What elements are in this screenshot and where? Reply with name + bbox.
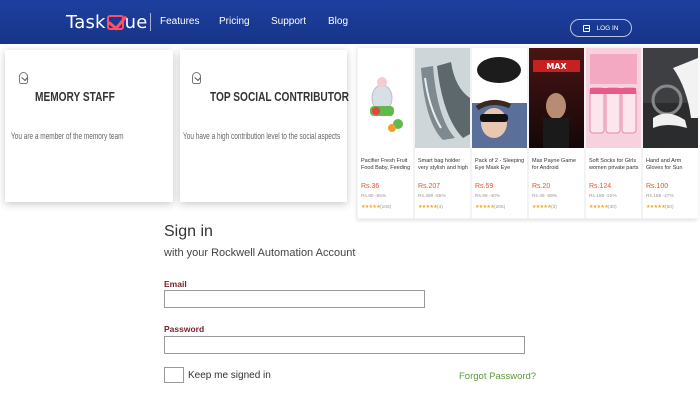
keep-signed-in-checkbox[interactable] (164, 367, 184, 383)
badge-card-memory-staff: MEMORY STAFF You are a member of the mem… (5, 50, 173, 202)
badge-ribbon-icon (19, 72, 28, 84)
rating-count: (30) (608, 205, 617, 210)
nav-blog-link[interactable]: Blog (328, 16, 348, 27)
product-image-socks (586, 48, 641, 148)
product-title: Smart bag holder very stylish and high q… (418, 158, 468, 171)
badge-description: You are a member of the memory team (11, 131, 124, 141)
product-price: Rs.36 (361, 183, 380, 190)
product-image-gloves (643, 48, 698, 148)
product-price: Rs.100 (646, 183, 669, 190)
product-image-bag-holder (415, 48, 470, 148)
product-image-max-payne: MAX (529, 48, 584, 148)
badge-title: TOP SOCIAL CONTRIBUTOR (210, 89, 349, 104)
rating-stars-icon: ★★★★★ (475, 205, 495, 210)
rating-stars-icon: ★★★★★ (361, 205, 381, 210)
signin-subtitle: with your Rockwell Automation Account (164, 247, 356, 259)
nav-pricing-link[interactable]: Pricing (219, 16, 250, 27)
password-label: Password (164, 324, 205, 334)
email-field[interactable] (164, 290, 425, 308)
product-image-pacifier (358, 48, 413, 148)
forgot-password-link[interactable]: Forgot Password? (459, 371, 536, 382)
rating-count: (205) (494, 205, 506, 210)
badge-ribbon-icon (192, 72, 201, 84)
product-rating: ★★★★★(50) (646, 205, 674, 210)
logo-check-icon (106, 14, 124, 30)
logo-text-right: ue (124, 11, 148, 33)
product-price: Rs.59 (475, 183, 494, 190)
product-title: Pacifier Fresh Fruit Food Baby, Feeding … (361, 158, 411, 171)
product-original-price: Rs.189 -47% (646, 194, 674, 199)
product-original-price: Rs.80 -55% (361, 194, 387, 199)
product-price: Rs.124 (589, 183, 612, 190)
product-rating: ★★★★★(205) (475, 205, 505, 210)
nav-support-link[interactable]: Support (271, 16, 306, 27)
product-title: Soft Socks for Girls women private parts… (589, 158, 639, 171)
logo-text-left: Task (66, 11, 106, 33)
product-original-price: Rs.49 -59% (532, 194, 558, 199)
product-card[interactable]: Hand and Arm Gloves for Sun Women (Multi… (643, 48, 698, 218)
product-rating: ★★★★★(106) (361, 205, 391, 210)
nav-features-link[interactable]: Features (160, 16, 199, 27)
product-original-price: Rs.99 -40% (475, 194, 501, 199)
product-title: Hand and Arm Gloves for Sun Women (Multi… (646, 158, 683, 171)
rating-stars-icon: ★★★★★ (589, 205, 609, 210)
login-label: LOG IN (596, 24, 619, 32)
product-title: Max Payne Game for Android Smartphones .… (532, 158, 577, 171)
product-original-price: Rs.459 -55% (418, 194, 446, 199)
password-field[interactable] (164, 336, 525, 354)
taskque-logo[interactable]: Task ue (66, 9, 148, 35)
product-card[interactable]: Smart bag holder very stylish and high q… (415, 48, 470, 218)
rating-count: (50) (665, 205, 674, 210)
product-carousel: Pacifier Fresh Fruit Food Baby, Feeding … (357, 47, 698, 219)
badge-description: You have a high contribution level to th… (183, 131, 341, 141)
product-price: Rs.20 (532, 183, 551, 190)
login-button[interactable]: LOG IN (570, 19, 632, 37)
product-rating: ★★★★★(30) (589, 205, 617, 210)
keep-signed-in-label: Keep me signed in (188, 370, 271, 381)
signin-heading: Sign in (164, 223, 213, 240)
product-rating: ★★★★★(3) (532, 205, 557, 210)
rating-count: (4) (437, 205, 443, 210)
product-card[interactable]: Pack of 2 - Sleeping Eye Mask Eye Shade … (472, 48, 527, 218)
svg-text:MAX: MAX (546, 62, 567, 71)
login-icon (583, 24, 591, 32)
product-image-eye-mask (472, 48, 527, 148)
rating-count: (3) (551, 205, 557, 210)
product-rating: ★★★★★(4) (418, 205, 443, 210)
product-title: Pack of 2 - Sleeping Eye Mask Eye Shade … (475, 158, 525, 171)
product-card[interactable]: MAX Max Payne Game for Android Smartphon… (529, 48, 584, 218)
rating-stars-icon: ★★★★★ (532, 205, 552, 210)
product-price: Rs.207 (418, 183, 441, 190)
rating-stars-icon: ★★★★★ (418, 205, 438, 210)
badge-card-top-social-contributor: TOP SOCIAL CONTRIBUTOR You have a high c… (180, 50, 349, 202)
email-label: Email (164, 279, 187, 289)
top-nav-bar: Task ue Features Pricing Support Blog LOG… (0, 0, 700, 44)
product-card[interactable]: Soft Socks for Girls women private parts… (586, 48, 641, 218)
badge-title: MEMORY STAFF (35, 89, 115, 104)
rating-stars-icon: ★★★★★ (646, 205, 666, 210)
logo-divider (150, 13, 151, 31)
product-original-price: Rs.159 -22% (589, 194, 617, 199)
product-card[interactable]: Pacifier Fresh Fruit Food Baby, Feeding … (358, 48, 413, 218)
rating-count: (106) (380, 205, 392, 210)
